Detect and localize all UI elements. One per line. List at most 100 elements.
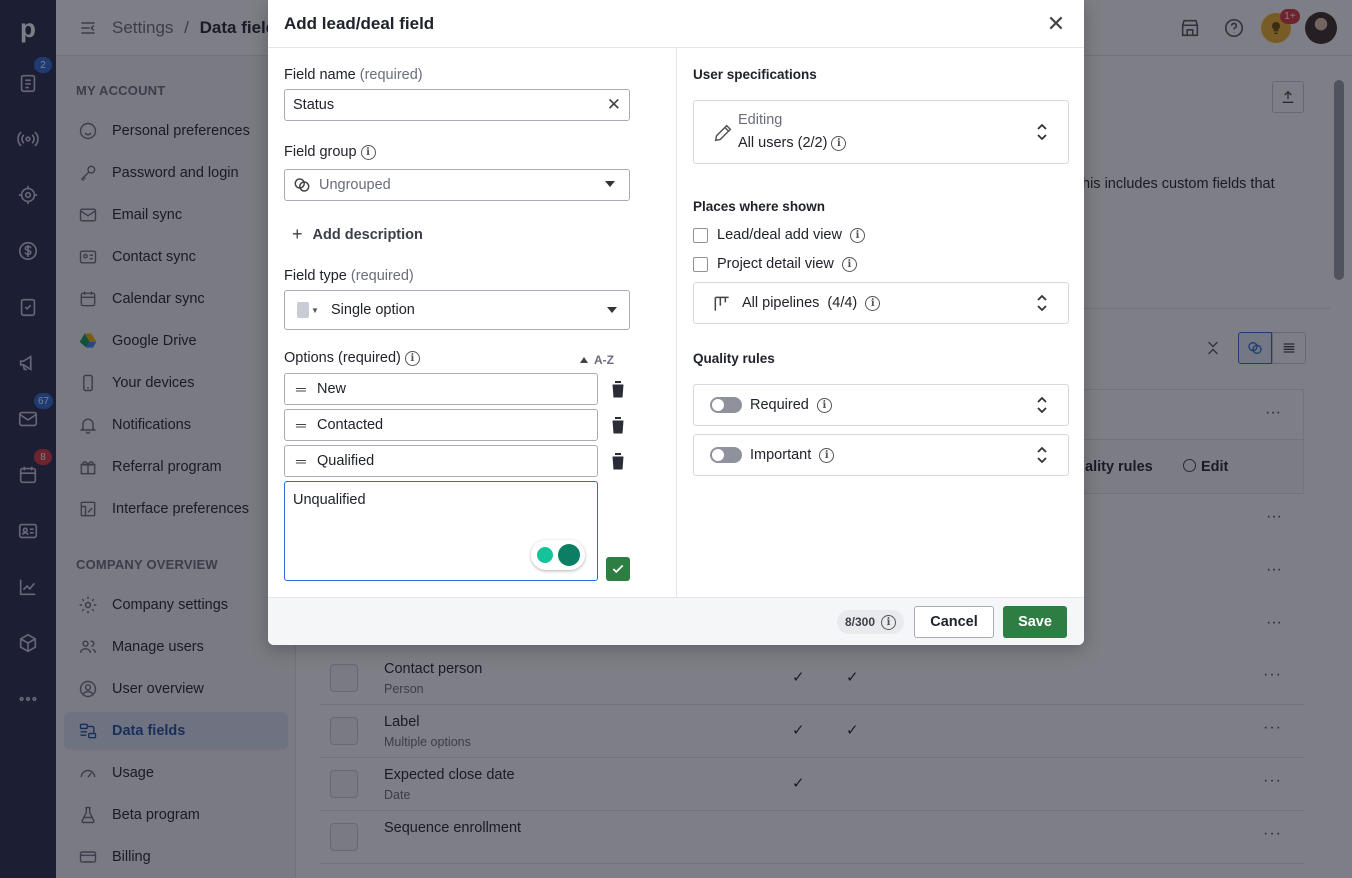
info-icon[interactable]: i (849, 227, 865, 243)
collapse-all-icon[interactable] (1204, 339, 1222, 357)
sidebar-item-user-overview[interactable]: User overview (64, 670, 288, 708)
sidebar-item-label: Calendar sync (112, 291, 205, 307)
info-icon[interactable]: i (360, 144, 376, 160)
group-menu-icon[interactable]: ··· (1265, 404, 1281, 422)
sidebar-item-personal-preferences[interactable]: Personal preferences (64, 112, 288, 150)
scrollbar[interactable] (1332, 60, 1346, 872)
scrollbar-thumb[interactable] (1334, 80, 1344, 280)
project-detail-view-checkbox[interactable] (693, 257, 708, 272)
option-row[interactable]: ═ Qualified (284, 445, 598, 477)
important-toggle[interactable] (710, 447, 742, 463)
sort-az-button[interactable]: A-Z (580, 353, 614, 367)
info-icon[interactable]: i (865, 295, 881, 311)
info-icon[interactable]: i (819, 447, 835, 463)
lead-deal-add-view-checkbox[interactable] (693, 228, 708, 243)
target-icon (18, 185, 38, 205)
field-settings-panel: Field name (required) Status ✕ Field gro… (268, 48, 676, 597)
table-row[interactable]: Label Multiple options ✓ ✓ ··· (320, 705, 1304, 758)
new-option-textarea[interactable]: Unqualified (284, 481, 598, 581)
close-button[interactable]: ✕ (1044, 11, 1068, 36)
collapse-sidebar-icon[interactable] (78, 18, 98, 38)
pipedrive-logo[interactable]: p (0, 0, 56, 56)
sidebar-item-manage-users[interactable]: Manage users (64, 628, 288, 666)
drag-handle-icon[interactable]: ═ (285, 381, 317, 397)
table-row[interactable]: Expected close date Date ✓ ··· (320, 758, 1304, 811)
option-row[interactable]: ═ Contacted (284, 409, 598, 441)
rail-insights-button[interactable] (8, 567, 48, 607)
row-menu-icon[interactable]: ··· (1263, 719, 1282, 737)
add-description-button[interactable]: + Add description (292, 224, 423, 245)
field-type-select[interactable]: ▼ Single option (284, 290, 630, 330)
save-button[interactable]: Save (1003, 606, 1067, 638)
row-menu-icon[interactable]: ··· (1266, 561, 1282, 579)
flask-icon (81, 806, 95, 824)
rail-products-button[interactable] (8, 623, 48, 663)
row-menu-icon[interactable]: ··· (1263, 666, 1282, 684)
grouped-view-button[interactable] (1238, 332, 1272, 364)
sidebar-item-your-devices[interactable]: Your devices (64, 364, 288, 402)
breadcrumb-root[interactable]: Settings (112, 18, 173, 37)
sidebar-item-company-settings[interactable]: Company settings (64, 586, 288, 624)
sidebar-item-google-drive[interactable]: Google Drive (64, 322, 288, 360)
rail-leads-button[interactable] (8, 119, 48, 159)
cancel-button[interactable]: Cancel (914, 606, 994, 638)
clear-icon[interactable]: ✕ (607, 95, 621, 115)
marketplace-icon[interactable] (1179, 17, 1201, 39)
field-name-input[interactable]: Status ✕ (284, 89, 630, 121)
rail-more-button[interactable] (8, 679, 48, 719)
info-icon[interactable]: i (404, 350, 420, 366)
table-row[interactable]: Contact person Person ✓ ✓ ··· (320, 652, 1304, 705)
sequence-field-icon (330, 823, 358, 851)
sidebar-item-beta-program[interactable]: Beta program (64, 796, 288, 834)
sidebar-item-billing[interactable]: Billing (64, 838, 288, 876)
info-icon[interactable]: i (831, 135, 847, 151)
grammarly-widget[interactable] (531, 540, 585, 570)
sidebar-item-email-sync[interactable]: Email sync (64, 196, 288, 234)
sidebar-item-interface-preferences[interactable]: Interface preferences (64, 490, 288, 528)
user-avatar[interactable] (1305, 12, 1337, 44)
required-toggle[interactable] (710, 397, 742, 413)
required-rule-row[interactable]: Required i (693, 384, 1069, 426)
info-icon[interactable]: i (881, 614, 897, 630)
info-icon[interactable]: i (841, 256, 857, 272)
trash-icon[interactable] (610, 380, 626, 398)
sidebar-item-contact-sync[interactable]: Contact sync (64, 238, 288, 276)
export-button[interactable] (1272, 81, 1304, 113)
rail-money-button[interactable] (8, 231, 48, 271)
row-menu-icon[interactable]: ··· (1266, 508, 1282, 526)
field-group-select[interactable]: Ungrouped (284, 169, 630, 201)
list-view-button[interactable] (1272, 332, 1306, 364)
google-drive-icon (79, 333, 97, 348)
sidebar-item-password-login[interactable]: Password and login (64, 154, 288, 192)
chevron-up-down-icon (1037, 396, 1047, 414)
option-row[interactable]: ═ New (284, 373, 598, 405)
rail-activities-button[interactable] (8, 287, 48, 327)
sidebar-item-data-fields[interactable]: Data fields (64, 712, 288, 750)
help-icon[interactable] (1223, 17, 1245, 39)
table-row[interactable]: Sequence enrollment ··· (320, 811, 1304, 864)
important-rule-row[interactable]: Important i (693, 434, 1069, 476)
sidebar-item-notifications[interactable]: Notifications (64, 406, 288, 444)
editing-permissions-select[interactable]: Editing All users (2/2) i (693, 100, 1069, 164)
confirm-option-button[interactable] (606, 557, 630, 581)
list-icon (1283, 343, 1295, 353)
trash-icon[interactable] (610, 416, 626, 434)
row-menu-icon[interactable]: ··· (1263, 772, 1282, 790)
mail-icon (79, 208, 97, 222)
rail-projects-button[interactable] (8, 175, 48, 215)
rail-campaigns-button[interactable] (8, 343, 48, 383)
rail-contacts-button[interactable] (8, 511, 48, 551)
field-name-label: Field name (required) (284, 67, 423, 83)
pipelines-select[interactable]: All pipelines (4/4) i (693, 282, 1069, 324)
sidebar-item-referral-program[interactable]: Referral program (64, 448, 288, 486)
row-menu-icon[interactable]: ··· (1263, 825, 1282, 843)
info-icon[interactable]: i (816, 397, 832, 413)
groups-icon (1248, 342, 1262, 354)
sidebar-item-usage[interactable]: Usage (64, 754, 288, 792)
drag-handle-icon[interactable]: ═ (285, 453, 317, 469)
row-menu-icon[interactable]: ··· (1266, 614, 1282, 632)
sidebar-item-calendar-sync[interactable]: Calendar sync (64, 280, 288, 318)
lead-deal-add-view-text: Lead/deal add view (717, 227, 842, 243)
drag-handle-icon[interactable]: ═ (285, 417, 317, 433)
trash-icon[interactable] (610, 452, 626, 470)
